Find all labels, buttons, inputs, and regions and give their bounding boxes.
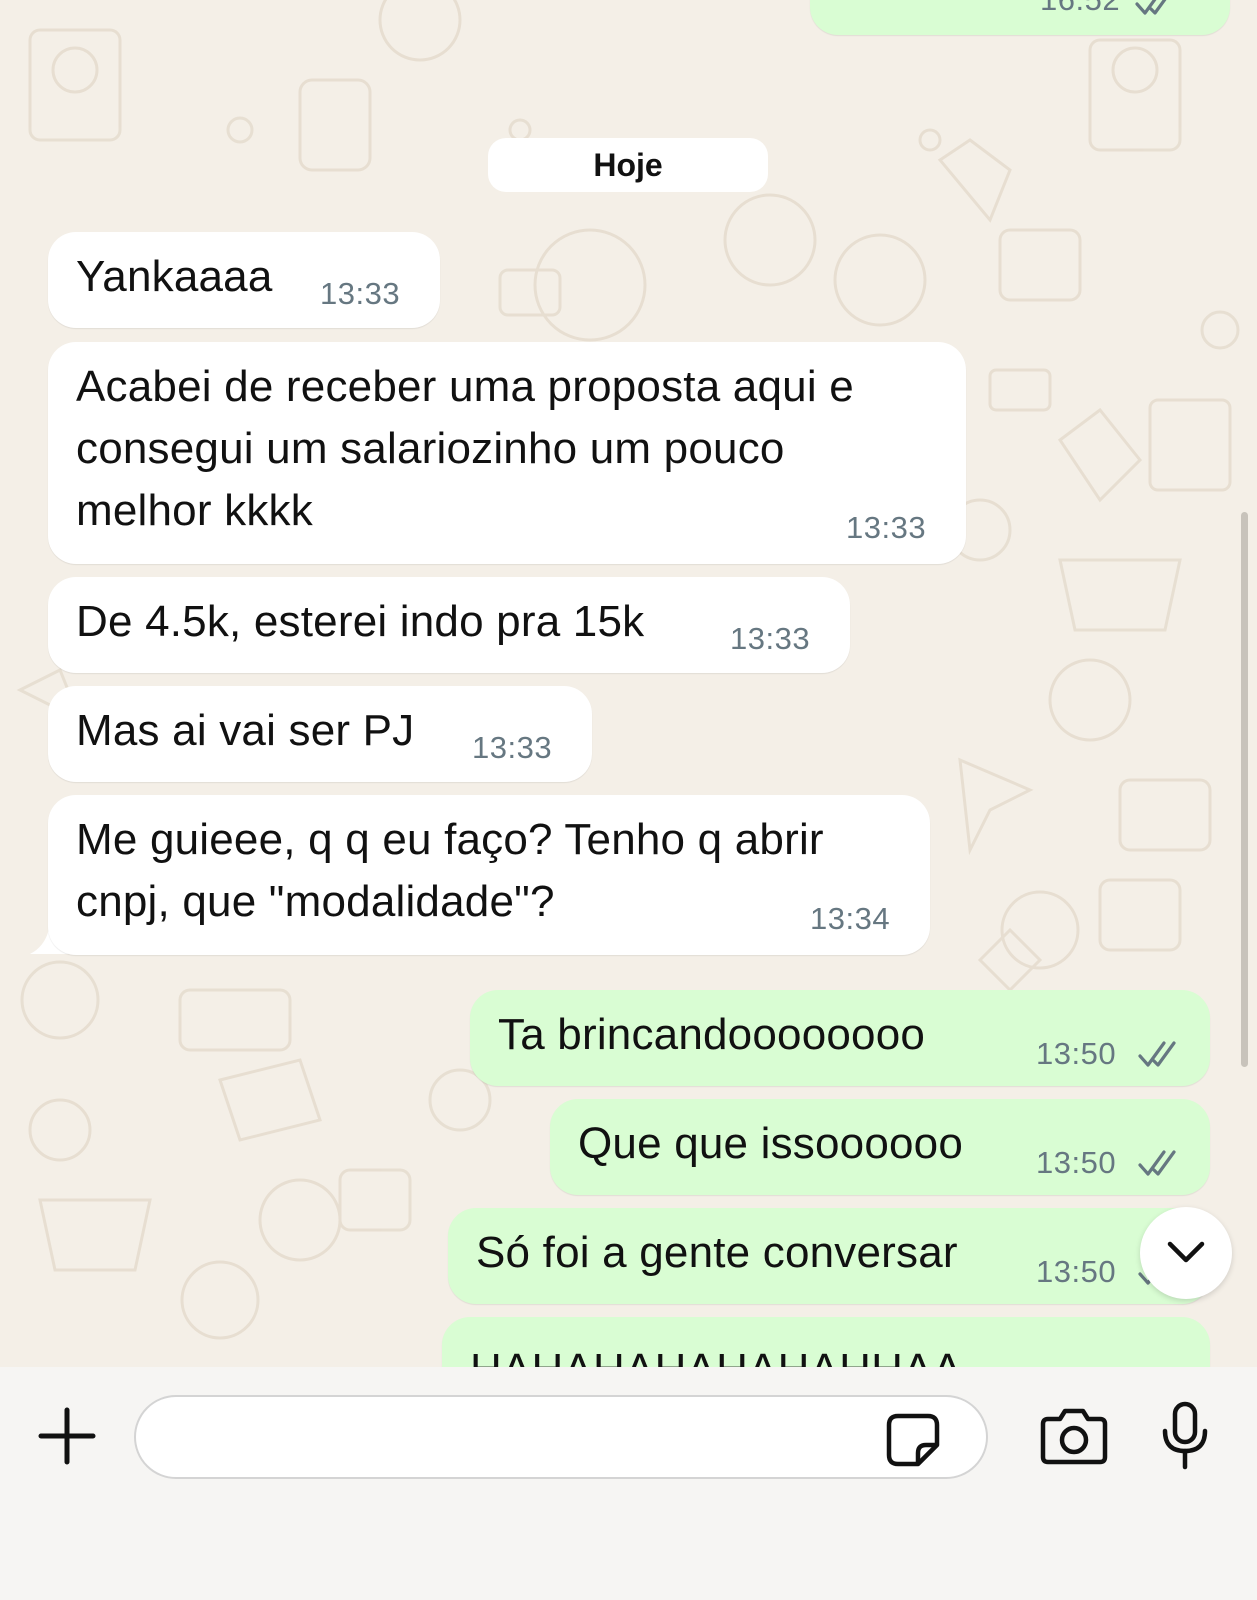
message-text: Que que issoooooo: [578, 1119, 964, 1168]
message-bubble-outgoing[interactable]: HAHAHAHAHAHAHHAA: [442, 1317, 1210, 1367]
message-bubble-incoming[interactable]: De 4.5k, esterei indo pra 15k 13:33: [48, 577, 850, 673]
message-time: 13:33: [320, 276, 401, 311]
message-text: Acabei de receber uma proposta aqui e co…: [76, 362, 854, 535]
message-bubble-incoming[interactable]: Me guieee, q q eu faço? Tenho q abrir cn…: [48, 795, 930, 955]
message-time: 13:33: [472, 730, 553, 765]
message-input[interactable]: [166, 1413, 890, 1463]
message-time: 16:52: [1040, 0, 1120, 18]
plus-icon[interactable]: [38, 1407, 96, 1465]
scrollbar[interactable]: [1241, 512, 1248, 1067]
message-time: 13:33: [846, 510, 927, 545]
read-receipt-icon: [1138, 1150, 1176, 1176]
message-text: Só foi a gente conversar: [476, 1228, 958, 1277]
message-composer: [0, 1367, 1257, 1600]
message-input-field[interactable]: [134, 1395, 988, 1479]
message-text: Mas ai vai ser PJ: [76, 706, 415, 755]
message-bubble-incoming[interactable]: Yankaaaa 13:33: [48, 232, 440, 328]
message-bubble-incoming[interactable]: Mas ai vai ser PJ 13:33: [48, 686, 592, 782]
scroll-to-bottom-button[interactable]: [1140, 1207, 1232, 1299]
chevron-down-icon: [1167, 1241, 1205, 1263]
message-text: De 4.5k, esterei indo pra 15k: [76, 597, 645, 646]
microphone-icon[interactable]: [1160, 1401, 1210, 1471]
sticker-icon[interactable]: [886, 1413, 940, 1467]
message-time: 13:34: [810, 901, 891, 936]
message-time: 13:33: [730, 621, 811, 656]
date-divider: Hoje: [488, 138, 768, 192]
message-time: 13:50: [1036, 1036, 1117, 1071]
chat-area[interactable]: 16:52 Hoje Yankaaaa 13:33 Acabei de rece…: [0, 0, 1257, 1367]
message-bubble-outgoing[interactable]: Que que issoooooo 13:50: [550, 1099, 1210, 1195]
message-text: Ta brincandoooooooo: [498, 1010, 926, 1059]
read-receipt-icon: [1135, 0, 1167, 15]
message-bubble-incoming[interactable]: Acabei de receber uma proposta aqui e co…: [48, 342, 966, 564]
message-text: Me guieee, q q eu faço? Tenho q abrir cn…: [76, 815, 824, 926]
message-text: HAHAHAHAHAHAHHAA: [470, 1339, 962, 1367]
read-receipt-icon: [1138, 1041, 1176, 1067]
message-time: 13:50: [1036, 1145, 1117, 1180]
message-bubble-outgoing[interactable]: Só foi a gente conversar 13:50: [448, 1208, 1210, 1304]
camera-icon[interactable]: [1040, 1407, 1108, 1465]
message-time: 13:50: [1036, 1254, 1117, 1289]
message-bubble-outgoing[interactable]: Ta brincandoooooooo 13:50: [470, 990, 1210, 1086]
message-bubble-outgoing-partial[interactable]: 16:52: [810, 0, 1230, 35]
message-text: Yankaaaa: [76, 252, 273, 301]
